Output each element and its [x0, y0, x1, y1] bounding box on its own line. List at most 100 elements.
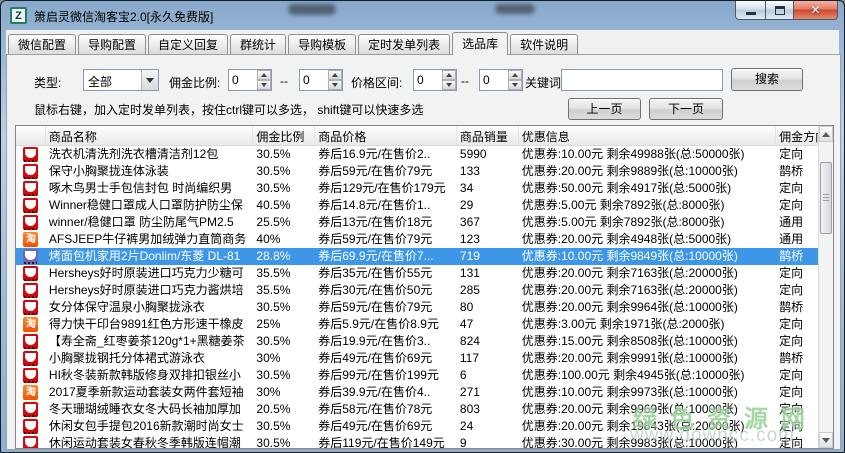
product-sales: 824 [457, 333, 519, 350]
product-sales: 719 [457, 248, 519, 265]
coupon-info: 优惠券:50.00元 剩余4917张(总:5000张) [519, 180, 776, 197]
tmall-icon [23, 147, 38, 162]
close-icon: ✕ [810, 2, 820, 19]
spinner-up-button[interactable] [328, 70, 342, 80]
tab-group-stats[interactable]: 群统计 [230, 34, 286, 54]
caption-buttons: ✕ [735, 1, 838, 20]
spinner-up-button[interactable] [508, 70, 522, 80]
product-icon-cell [16, 180, 46, 197]
product-price: 券后35元/在售价55元 [315, 265, 457, 282]
price-max-spinner[interactable]: 0 [479, 69, 523, 91]
product-sales: 29 [457, 197, 519, 214]
scroll-down-button[interactable] [819, 432, 833, 448]
product-sales: 123 [457, 231, 519, 248]
header-product-sales[interactable]: 商品销量 [457, 126, 519, 145]
commission-type: 通用 [776, 214, 818, 231]
commission-max-spinner[interactable]: 0 [299, 69, 343, 91]
table-row[interactable]: Hersheys好时原装进口巧克力酱烘培35.5%券后30元/在售价50元285… [16, 282, 818, 299]
coupon-info: 优惠券:10.00元 剩余9973张(总:10000张) [519, 384, 776, 401]
product-price: 券后49元/在售价69元 [315, 418, 457, 435]
tmall-icon [23, 164, 38, 179]
coupon-info: 优惠券:30.00元 剩余9983张(总:10000张) [519, 435, 776, 448]
table-row[interactable]: 保守小胸聚拢连体泳装30.5%券后59元/在售价79元133优惠券:20.00元… [16, 163, 818, 180]
tmall-icon [23, 266, 38, 281]
table-row[interactable]: 休闲女包手提包2016新款潮时尚女士30.5%券后49元/在售价69元24优惠券… [16, 418, 818, 435]
spinner-down-button[interactable] [257, 80, 271, 90]
table-row[interactable]: 淘AFSJEEP牛仔裤男加绒弹力直筒商务40%券后59元/在售价79元123优惠… [16, 231, 818, 248]
table-row[interactable]: HI秋冬装新款韩版修身双排扣银丝小30.5%券后99元/在售价199元6优惠券:… [16, 367, 818, 384]
tab-custom-reply[interactable]: 自定义回复 [148, 34, 228, 54]
product-sales: 9 [457, 435, 519, 448]
keyword-input[interactable] [561, 69, 723, 91]
prev-page-button[interactable]: 上一页 [568, 98, 641, 120]
maximize-button[interactable] [765, 1, 793, 20]
spinner-up-button[interactable] [442, 70, 456, 80]
product-name: HI秋冬装新款韩版修身双排扣银丝小 [46, 367, 253, 384]
header-product-price[interactable]: 商品价格 [315, 126, 457, 145]
product-name: 烤面包机家用2片Donlim/东菱 DL-81 [46, 248, 253, 265]
price-min-spinner[interactable]: 0 [413, 69, 457, 91]
header-coupon-info[interactable]: 优惠信息 [519, 126, 776, 145]
product-price: 券后13元/在售价18元 [315, 214, 457, 231]
table-row[interactable]: 啄木鸟男士手包信封包 时尚编织男30.5%券后129元/在售价179元34优惠券… [16, 180, 818, 197]
product-name: 冬天珊瑚绒睡衣女冬大码长袖加厚加 [46, 401, 253, 418]
table-row[interactable]: 洗衣机清洗剂洗衣槽清洁剂12包30.5%券后16.9元/在售价2..5990优惠… [16, 146, 818, 163]
header-product-name[interactable]: 商品名称 [46, 126, 253, 145]
tmall-icon [23, 436, 38, 448]
tmall-icon [23, 198, 38, 213]
next-page-button[interactable]: 下一页 [649, 98, 723, 120]
tmall-icon [23, 419, 38, 434]
spinner-down-button[interactable] [328, 80, 342, 90]
product-name: Winner稳健口罩成人口罩防护防尘保 [46, 197, 253, 214]
coupon-info: 优惠券:20.00元 剩余7163张(总:20000张) [519, 265, 776, 282]
product-table: 商品名称 佣金比例 商品价格 商品销量 优惠信息 佣金方向 洗衣机清洗剂洗衣槽清… [15, 125, 834, 449]
scrollbar-thumb[interactable] [820, 162, 832, 234]
coupon-info: 优惠券:100.00元 剩余4945张(总:10000张) [519, 367, 776, 384]
product-icon-cell: 淘 [16, 316, 46, 333]
table-row[interactable]: 淘得力快干印台9891红色方形速干橡皮25%券后5.9元/在售价8.9元47优惠… [16, 316, 818, 333]
commission-ratio: 30.5% [253, 299, 315, 316]
table-row[interactable]: Hersheys好时原装进口巧克力少糖可35.5%券后35元/在售价55元131… [16, 265, 818, 282]
product-price: 券后129元/在售价179元 [315, 180, 457, 197]
tab-guide-template[interactable]: 导购模板 [288, 34, 356, 54]
product-price: 券后16.9元/在售价2.. [315, 146, 457, 163]
table-row[interactable]: winner/稳健口罩 防尘防尾气PM2.525.5%券后13元/在售价18元3… [16, 214, 818, 231]
header-icon-col[interactable] [16, 126, 46, 145]
table-row[interactable]: 冬天珊瑚绒睡衣女冬大码长袖加厚加20.5%券后58元/在售价78元803优惠券:… [16, 401, 818, 418]
product-sales: 803 [457, 401, 519, 418]
close-button[interactable]: ✕ [793, 1, 838, 20]
spinner-down-button[interactable] [508, 80, 522, 90]
product-icon-cell [16, 197, 46, 214]
tab-guide-config[interactable]: 导购配置 [78, 34, 146, 54]
table-row[interactable]: 【寿全斋_红枣姜茶120g*1+黑糖姜茶30.5%券后19.9元/在售价3..8… [16, 333, 818, 350]
commission-type: 通用 [776, 231, 818, 248]
search-button[interactable]: 搜索 [731, 68, 803, 91]
table-row[interactable]: 烤面包机家用2片Donlim/东菱 DL-8128.8%券后69.9元/在售价7… [16, 248, 818, 265]
header-commission-ratio[interactable]: 佣金比例 [253, 126, 315, 145]
type-dropdown[interactable]: 全部 [83, 69, 159, 91]
tab-product-library[interactable]: 选品库 [452, 32, 508, 55]
vertical-scrollbar[interactable] [818, 126, 833, 448]
commission-min-spinner[interactable]: 0 [228, 69, 272, 91]
commission-type: 定向 [776, 333, 818, 350]
tab-wechat-config[interactable]: 微信配置 [8, 34, 76, 54]
table-row[interactable]: 淘2017夏季新款运动套装女两件套短袖30%券后39.9元/在售价4..271优… [16, 384, 818, 401]
spinner-down-button[interactable] [442, 80, 456, 90]
commission-type: 定向 [776, 367, 818, 384]
titlebar[interactable]: Z 箫启灵微信淘客宝2.0[永久免费版] ✕ [1, 1, 844, 30]
table-row[interactable]: 休闲运动套装女春秋冬季韩版连帽潮30.5%券后119元/在售价149元9优惠券:… [16, 435, 818, 448]
scroll-up-button[interactable] [819, 126, 833, 142]
dropdown-arrow-button[interactable] [141, 70, 158, 90]
table-row[interactable]: 小胸聚拢钢托分体裙式游泳衣30%券后49元/在售价69元117优惠券:20.00… [16, 350, 818, 367]
tab-scheduled-send-list[interactable]: 定时发单列表 [358, 34, 450, 54]
tab-software-info[interactable]: 软件说明 [510, 34, 578, 54]
coupon-info: 优惠券:5.00元 剩余7892张(总:8000张) [519, 197, 776, 214]
table-row[interactable]: 女分体保守温泉小胸聚拢泳衣30.5%券后59元/在售价79元80优惠券:20.0… [16, 299, 818, 316]
minimize-button[interactable] [735, 1, 765, 20]
coupon-info: 优惠券:20.00元 剩余9964张(总:10000张) [519, 299, 776, 316]
spinner-up-button[interactable] [257, 70, 271, 80]
header-commission-type[interactable]: 佣金方向 [776, 126, 818, 145]
table-row[interactable]: Winner稳健口罩成人口罩防护防尘保40.5%券后14.8元/在售价1..29… [16, 197, 818, 214]
commission-ratio: 30.5% [253, 367, 315, 384]
taobao-icon: 淘 [23, 385, 38, 400]
